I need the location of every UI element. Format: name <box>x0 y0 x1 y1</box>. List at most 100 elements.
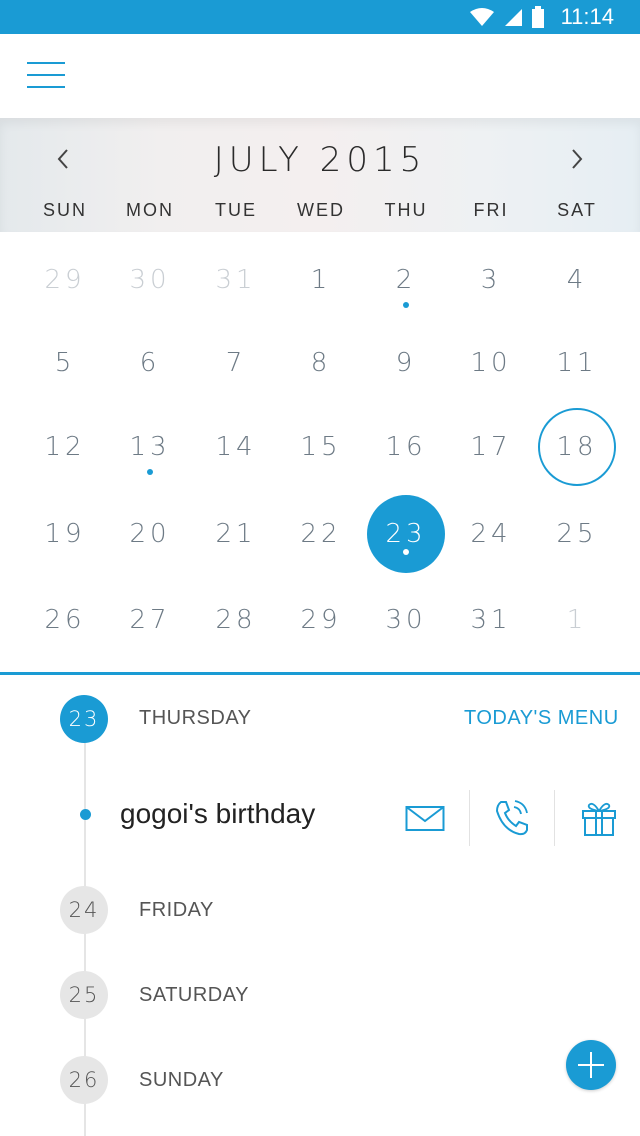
add-event-button[interactable] <box>566 1040 616 1090</box>
wifi-icon <box>469 8 494 26</box>
weekday-label: THU <box>384 200 428 220</box>
calendar-day-selected[interactable]: 23 <box>367 495 445 573</box>
calendar-day[interactable]: 19 <box>25 504 105 564</box>
day-number: 1 <box>310 265 332 295</box>
signal-icon <box>504 9 522 26</box>
day-number: 17 <box>470 432 512 462</box>
event-title[interactable]: gogoi's birthday <box>120 798 315 830</box>
calendar-day[interactable]: 22 <box>281 504 361 564</box>
send-mail-button[interactable] <box>383 790 467 846</box>
day-number: 21 <box>215 519 257 549</box>
calendar-header: JULY 2015 SUN MON TUE WED THU FRI SAT <box>0 118 640 232</box>
day-number: 10 <box>470 348 512 378</box>
weekday-label: TUE <box>215 200 257 220</box>
calendar-day[interactable]: 5 <box>25 333 105 393</box>
chevron-right-icon <box>572 149 583 169</box>
calendar-day[interactable]: 26 <box>25 590 105 650</box>
status-bar: 11:14 <box>0 0 640 34</box>
day-number: 8 <box>310 348 332 378</box>
agenda-day-label: SUNDAY <box>139 1069 224 1091</box>
calendar-day[interactable]: 31 <box>196 250 276 310</box>
day-number: 4 <box>566 265 588 295</box>
calendar-day[interactable]: 25 <box>537 504 617 564</box>
day-number: 1 <box>566 605 588 635</box>
calendar-day[interactable]: 30 <box>366 590 446 650</box>
calendar-day[interactable]: 7 <box>196 333 276 393</box>
calendar-day[interactable]: 29 <box>25 250 105 310</box>
calendar-day[interactable]: 10 <box>451 333 531 393</box>
calendar-day-today[interactable]: 18 <box>538 408 616 486</box>
event-indicator-dot <box>147 469 153 475</box>
calendar-day[interactable]: 2 <box>366 250 446 310</box>
event-dot <box>80 809 91 820</box>
day-number: 28 <box>215 605 257 635</box>
calendar-day[interactable]: 28 <box>196 590 276 650</box>
calendar-day[interactable]: 1 <box>537 590 617 650</box>
calendar-day[interactable]: 13 <box>110 417 190 477</box>
calendar-day[interactable]: 8 <box>281 333 361 393</box>
month-grid: 29 30 31 1 2 3 4 5 6 7 8 9 10 11 12 13 14 15 16 17 18 19 20 21 2… <box>0 232 640 672</box>
status-icons <box>469 6 545 28</box>
calendar-day[interactable]: 31 <box>451 590 531 650</box>
gift-icon <box>582 802 616 836</box>
calendar-day[interactable]: 1 <box>281 250 361 310</box>
agenda-day-label: THURSDAY <box>139 707 252 729</box>
day-number: 20 <box>129 519 171 549</box>
calendar-day[interactable]: 14 <box>196 417 276 477</box>
month-title: JULY 2015 <box>213 140 427 180</box>
calendar-day[interactable]: 17 <box>451 417 531 477</box>
day-number: 31 <box>215 265 257 295</box>
weekday-label: MON <box>126 200 174 220</box>
agenda-day-badge: 25 <box>60 971 108 1019</box>
phone-icon <box>495 800 528 836</box>
weekday-row: SUN MON TUE WED THU FRI SAT <box>0 200 640 222</box>
calendar-day[interactable]: 15 <box>281 417 361 477</box>
todays-menu-link[interactable]: TODAY'S MENU <box>464 707 619 730</box>
calendar-day[interactable]: 12 <box>25 417 105 477</box>
day-number: 31 <box>470 605 512 635</box>
calendar-day[interactable]: 9 <box>366 333 446 393</box>
day-number: 11 <box>556 348 598 378</box>
day-number: 22 <box>300 519 342 549</box>
day-number: 2 <box>395 265 417 295</box>
calendar-divider <box>0 672 640 675</box>
weekday-label: SUN <box>42 200 87 220</box>
calendar-day[interactable]: 11 <box>537 333 617 393</box>
day-number: 15 <box>300 432 342 462</box>
calendar-day[interactable]: 6 <box>110 333 190 393</box>
day-number: 16 <box>385 432 427 462</box>
event-indicator-dot <box>403 302 409 308</box>
day-number: 18 <box>556 432 598 462</box>
calendar-day[interactable]: 27 <box>110 590 190 650</box>
calendar-day[interactable]: 21 <box>196 504 276 564</box>
day-number: 3 <box>480 265 502 295</box>
calendar-day[interactable]: 4 <box>537 250 617 310</box>
agenda-day-badge: 26 <box>60 1056 108 1104</box>
agenda-day-label: SATURDAY <box>139 984 249 1006</box>
weekday-label: FRI <box>473 200 509 220</box>
agenda-day-badge: 23 <box>60 695 108 743</box>
weekday-label: SAT <box>557 200 597 220</box>
day-number: 9 <box>395 348 417 378</box>
agenda-day-badge: 24 <box>60 886 108 934</box>
calendar-day[interactable]: 16 <box>366 417 446 477</box>
weekday-label: WED <box>297 200 345 220</box>
day-number: 29 <box>44 265 86 295</box>
next-month-button[interactable] <box>562 142 592 176</box>
calendar-day[interactable]: 29 <box>281 590 361 650</box>
send-gift-button[interactable] <box>557 790 640 846</box>
calendar-day[interactable]: 30 <box>110 250 190 310</box>
status-time: 11:14 <box>560 4 614 29</box>
calendar-day[interactable]: 3 <box>451 250 531 310</box>
day-number: 14 <box>215 432 257 462</box>
day-number: 7 <box>225 348 247 378</box>
calendar-day[interactable]: 24 <box>451 504 531 564</box>
day-number: 29 <box>300 605 342 635</box>
call-button[interactable] <box>470 790 554 846</box>
day-number: 19 <box>44 519 86 549</box>
mail-icon <box>405 806 445 831</box>
menu-button[interactable] <box>27 62 65 90</box>
event-indicator-dot <box>403 549 409 555</box>
day-number: 24 <box>470 519 512 549</box>
calendar-day[interactable]: 20 <box>110 504 190 564</box>
